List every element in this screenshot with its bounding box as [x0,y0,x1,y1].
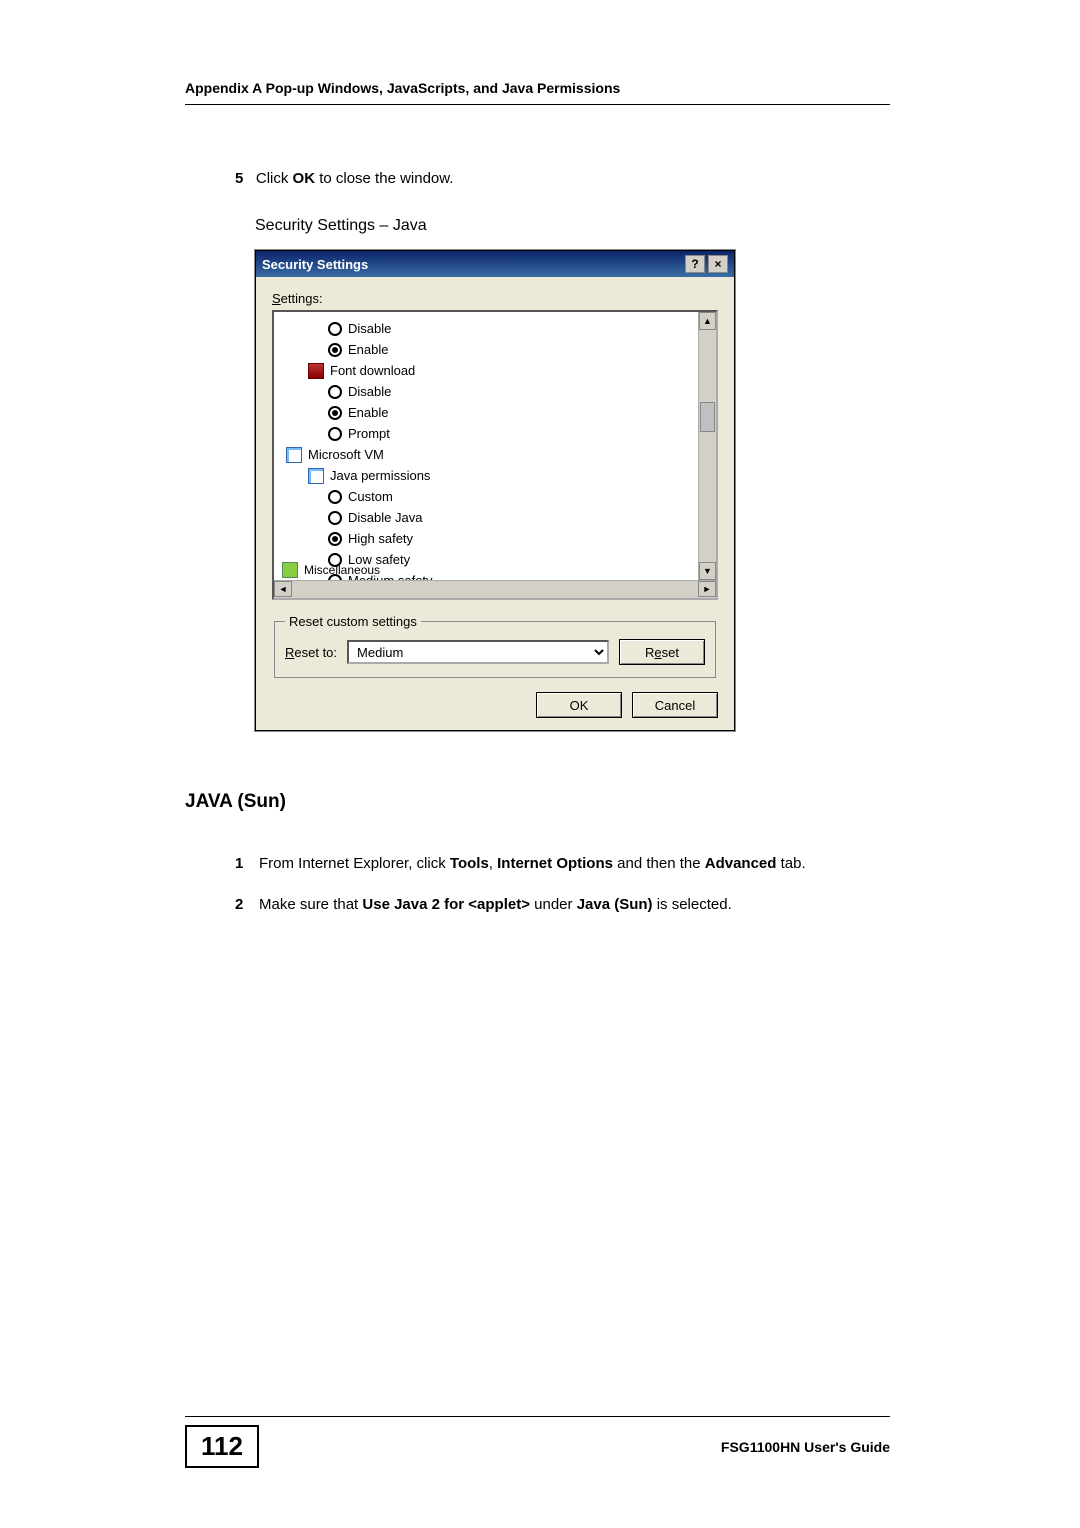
tree-row[interactable]: High safety [282,528,712,549]
page-header: Appendix A Pop-up Windows, JavaScripts, … [185,80,890,105]
tree-row-label: High safety [348,531,413,546]
tree-row[interactable]: Microsoft VM [282,444,712,465]
scroll-up-icon[interactable]: ▲ [699,312,716,330]
radio-icon[interactable] [328,490,342,504]
tree-row-label: Enable [348,405,388,420]
dialog-titlebar: Security Settings ? × [256,251,734,277]
doc-icon [308,468,324,484]
tree-row-label: Disable [348,384,391,399]
help-button[interactable]: ? [685,255,705,273]
misc-icon [282,562,298,578]
radio-icon[interactable] [328,343,342,357]
settings-tree[interactable]: Disable Enable Font download Disable Enable P… [272,310,718,600]
section-title-java-sun: JAVA (Sun) [185,791,890,813]
tree-row-label: Microsoft VM [308,447,384,462]
ok-button[interactable]: OK [536,692,622,718]
reset-to-label: Reset to: [285,645,337,660]
radio-icon[interactable] [328,385,342,399]
tree-row[interactable]: Custom [282,486,712,507]
tree-row[interactable]: Enable [282,339,712,360]
tree-row[interactable]: Java permissions [282,465,712,486]
dialog-title: Security Settings [262,257,682,272]
list-number: 1 [235,853,259,876]
scroll-down-icon[interactable]: ▼ [699,562,716,580]
security-settings-dialog: Security Settings ? × Settings: Disable E… [255,250,735,731]
tree-row-label: Disable [348,321,391,336]
reset-button[interactable]: Reset [619,639,705,665]
scroll-right-icon[interactable]: ► [698,581,716,597]
font-icon [308,363,324,379]
tree-row[interactable]: Disable Java [282,507,712,528]
radio-icon[interactable] [328,511,342,525]
list-item: 1 From Internet Explorer, click Tools, I… [235,853,890,876]
tree-row-label: Prompt [348,426,390,441]
horizontal-scrollbar[interactable]: ◄ ► [274,580,716,598]
tree-row[interactable]: Disable [282,318,712,339]
step-text-bold: OK [293,170,316,187]
step-text-suffix: to close the window. [315,170,453,187]
tree-cut-row: Miscellaneous [282,562,380,578]
figure-caption: Security Settings – Java [255,217,890,235]
close-button[interactable]: × [708,255,728,273]
radio-icon[interactable] [328,406,342,420]
radio-icon[interactable] [328,322,342,336]
tree-row[interactable]: Font download [282,360,712,381]
tree-row[interactable]: Enable [282,402,712,423]
settings-label: Settings: [272,291,718,306]
page-number: 112 [185,1425,259,1468]
tree-row-label: Enable [348,342,388,357]
tree-row-label: Disable Java [348,510,422,525]
doc-icon [286,447,302,463]
scroll-thumb[interactable] [700,402,715,432]
tree-row-label: Custom [348,489,393,504]
radio-icon[interactable] [328,427,342,441]
step-text-prefix: Click [256,170,293,187]
cancel-button[interactable]: Cancel [632,692,718,718]
radio-icon[interactable] [328,532,342,546]
tree-row[interactable]: Prompt [282,423,712,444]
footer-guide-name: FSG1100HN User's Guide [721,1439,890,1455]
list-item: 2 Make sure that Use Java 2 for <applet>… [235,894,890,917]
tree-cut-label: Miscellaneous [304,563,380,577]
list-number: 2 [235,894,259,917]
step-5: 5 Click OK to close the window. [235,170,890,187]
vertical-scrollbar[interactable]: ▲ ▼ [698,312,716,580]
scroll-left-icon[interactable]: ◄ [274,581,292,597]
step-number: 5 [235,170,243,187]
reset-legend: Reset custom settings [285,614,421,629]
reset-to-select[interactable]: Medium [347,640,609,664]
tree-row[interactable]: Disable [282,381,712,402]
tree-row-label: Font download [330,363,415,378]
reset-custom-settings-group: Reset custom settings Reset to: Medium R… [274,614,716,678]
tree-row-label: Java permissions [330,468,430,483]
